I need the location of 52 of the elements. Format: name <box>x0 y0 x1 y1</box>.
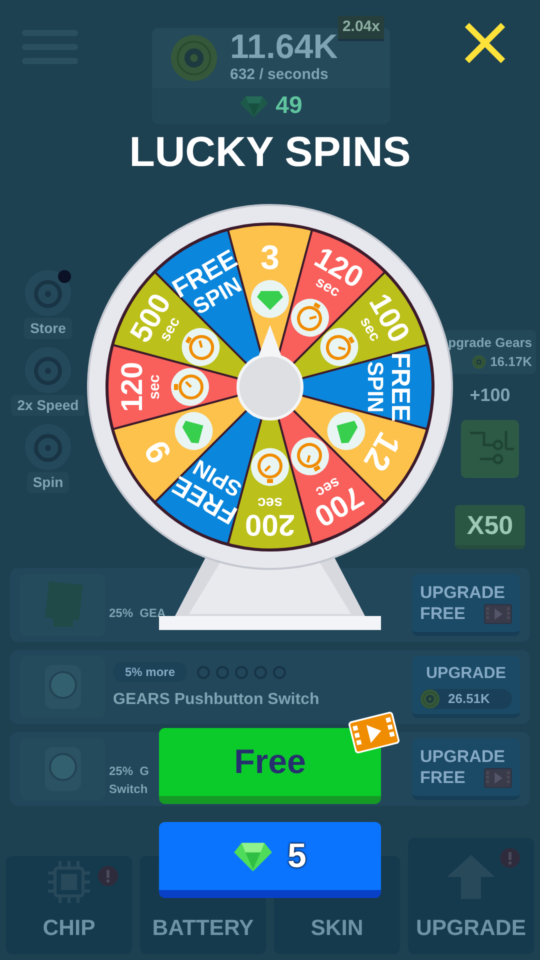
menu-label: 2x Speed <box>11 395 85 416</box>
gem-spin-button[interactable]: 5 <box>159 822 381 898</box>
bonus-tag: 5% more <box>113 662 188 682</box>
gem-icon <box>174 412 213 450</box>
multiplier-badge: 2.04x <box>338 16 384 40</box>
upgrade-button[interactable]: UPGRADE FREE <box>412 738 520 800</box>
bottom-tab[interactable]: UPGRADE <box>408 838 534 954</box>
segment-label: 3 <box>260 239 280 277</box>
upgrade-button[interactable]: UPGRADE 26.51K <box>412 656 520 718</box>
segment-label: 9 <box>137 434 180 470</box>
gems-amount: 49 <box>276 91 302 121</box>
item-title: 25% GEA <box>109 605 166 622</box>
segment-label: 200 <box>244 508 296 541</box>
menu-label: Spin <box>26 472 70 493</box>
film-play-icon <box>484 768 512 788</box>
coins-rate: 632 / seconds <box>230 64 330 85</box>
film-play-icon <box>484 604 512 624</box>
segment-label: sec <box>257 494 283 511</box>
bottom-tab[interactable]: CHIP <box>6 856 132 954</box>
segment-label: 12 <box>356 426 408 478</box>
alert-icon <box>500 848 520 868</box>
item-title: 25% G <box>109 763 150 780</box>
menu-button[interactable] <box>24 270 71 316</box>
button-label: UPGRADE <box>420 582 506 603</box>
button-label: UPGRADE <box>424 664 507 684</box>
bonus-card[interactable]: X50 <box>455 505 525 549</box>
gem-icon <box>234 840 272 872</box>
alert-icon <box>98 866 118 886</box>
upgrade-gears-label: pgrade Gears <box>448 334 532 352</box>
coins-amount: 11.64K <box>230 30 338 64</box>
circuit-board-icon <box>460 419 520 479</box>
menu-label: Store <box>24 318 72 339</box>
segment-label: 120 <box>116 362 149 412</box>
segment-label: FREE <box>386 352 416 422</box>
price-pill: 26.51K <box>420 688 512 708</box>
upgrade-button[interactable]: UPGRADE FREE <box>412 574 520 636</box>
close-icon[interactable] <box>464 22 506 64</box>
item-title: Switch <box>109 781 148 798</box>
gem-icon <box>240 94 268 118</box>
item-title: GEARS Pushbutton Switch <box>112 690 320 710</box>
free-spin-button[interactable]: Free <box>159 728 381 804</box>
gem-icon <box>251 280 289 318</box>
upgrade-gears-cost: 16.17K <box>490 353 532 371</box>
bonus-amount: +100 <box>470 384 510 407</box>
segment-label: sec <box>146 374 163 400</box>
gem-icon <box>327 412 366 450</box>
segment-label: SPIN <box>363 361 388 413</box>
upgrade-gears-card[interactable]: pgrade Gears 16.17K <box>444 330 536 374</box>
price-label: FREE <box>420 767 466 788</box>
price-label: FREE <box>420 603 466 624</box>
modal-title: LUCKY SPINS <box>129 128 411 176</box>
button-label: UPGRADE <box>420 746 506 767</box>
